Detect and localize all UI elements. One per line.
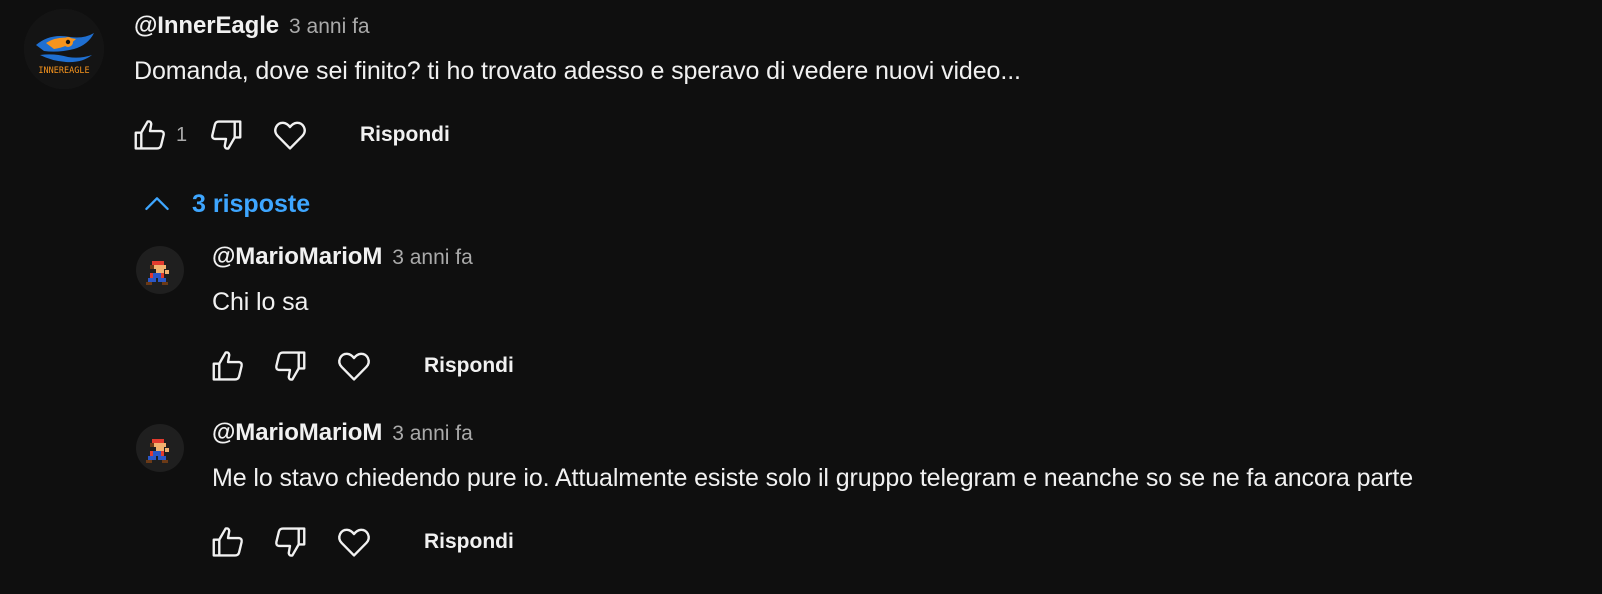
reply-button[interactable]: Rispondi (424, 354, 514, 378)
author-name[interactable]: @MarioMarioM (212, 243, 382, 271)
dislike-button[interactable] (204, 113, 248, 157)
dislike-button[interactable] (268, 520, 312, 564)
reply-header: @MarioMarioM 3 anni fa (212, 243, 473, 271)
dislike-icon (275, 527, 306, 557)
comment-time[interactable]: 3 anni fa (392, 246, 473, 270)
comment-actions: 1 Rispondi (128, 113, 450, 157)
heart-icon (274, 121, 306, 150)
author-name[interactable]: @InnerEagle (134, 12, 279, 40)
like-button[interactable] (206, 344, 250, 388)
heart-button[interactable] (332, 520, 376, 564)
avatar[interactable]: INNEREAGLE (24, 9, 104, 89)
mario-sprite-icon (146, 439, 169, 463)
like-icon (212, 527, 243, 557)
mario-sprite-icon (146, 261, 169, 285)
comment-text: Chi lo sa (212, 288, 309, 316)
reply-actions: Rispondi (206, 520, 514, 564)
comment-header: @InnerEagle 3 anni fa (134, 12, 370, 40)
reply-button[interactable]: Rispondi (424, 530, 514, 554)
eagle-logo-icon: INNEREAGLE (24, 9, 104, 89)
comment-time[interactable]: 3 anni fa (289, 15, 370, 39)
dislike-button[interactable] (268, 344, 312, 388)
like-count: 1 (176, 123, 188, 146)
avatar[interactable] (136, 246, 184, 294)
heart-icon (338, 528, 370, 557)
reply-button[interactable]: Rispondi (360, 123, 450, 147)
comment-time[interactable]: 3 anni fa (392, 422, 473, 446)
replies-count-label: 3 risposte (192, 189, 311, 218)
heart-button[interactable] (332, 344, 376, 388)
like-icon (134, 120, 165, 150)
reply-actions: Rispondi (206, 344, 514, 388)
svg-text:INNEREAGLE: INNEREAGLE (38, 66, 89, 76)
chevron-up-icon (145, 197, 169, 211)
avatar[interactable] (136, 424, 184, 472)
comment-text: Me lo stavo chiedendo pure io. Attualmen… (212, 464, 1414, 492)
comment-text: Domanda, dove sei finito? ti ho trovato … (134, 57, 1021, 85)
like-icon (212, 351, 243, 381)
dislike-icon (211, 120, 242, 150)
replies-toggle[interactable]: 3 risposte (140, 186, 310, 222)
heart-button[interactable] (268, 113, 312, 157)
dislike-icon (275, 351, 306, 381)
reply-header: @MarioMarioM 3 anni fa (212, 419, 473, 447)
author-name[interactable]: @MarioMarioM (212, 419, 382, 447)
like-button[interactable] (206, 520, 250, 564)
heart-icon (338, 352, 370, 381)
like-button[interactable] (128, 113, 172, 157)
